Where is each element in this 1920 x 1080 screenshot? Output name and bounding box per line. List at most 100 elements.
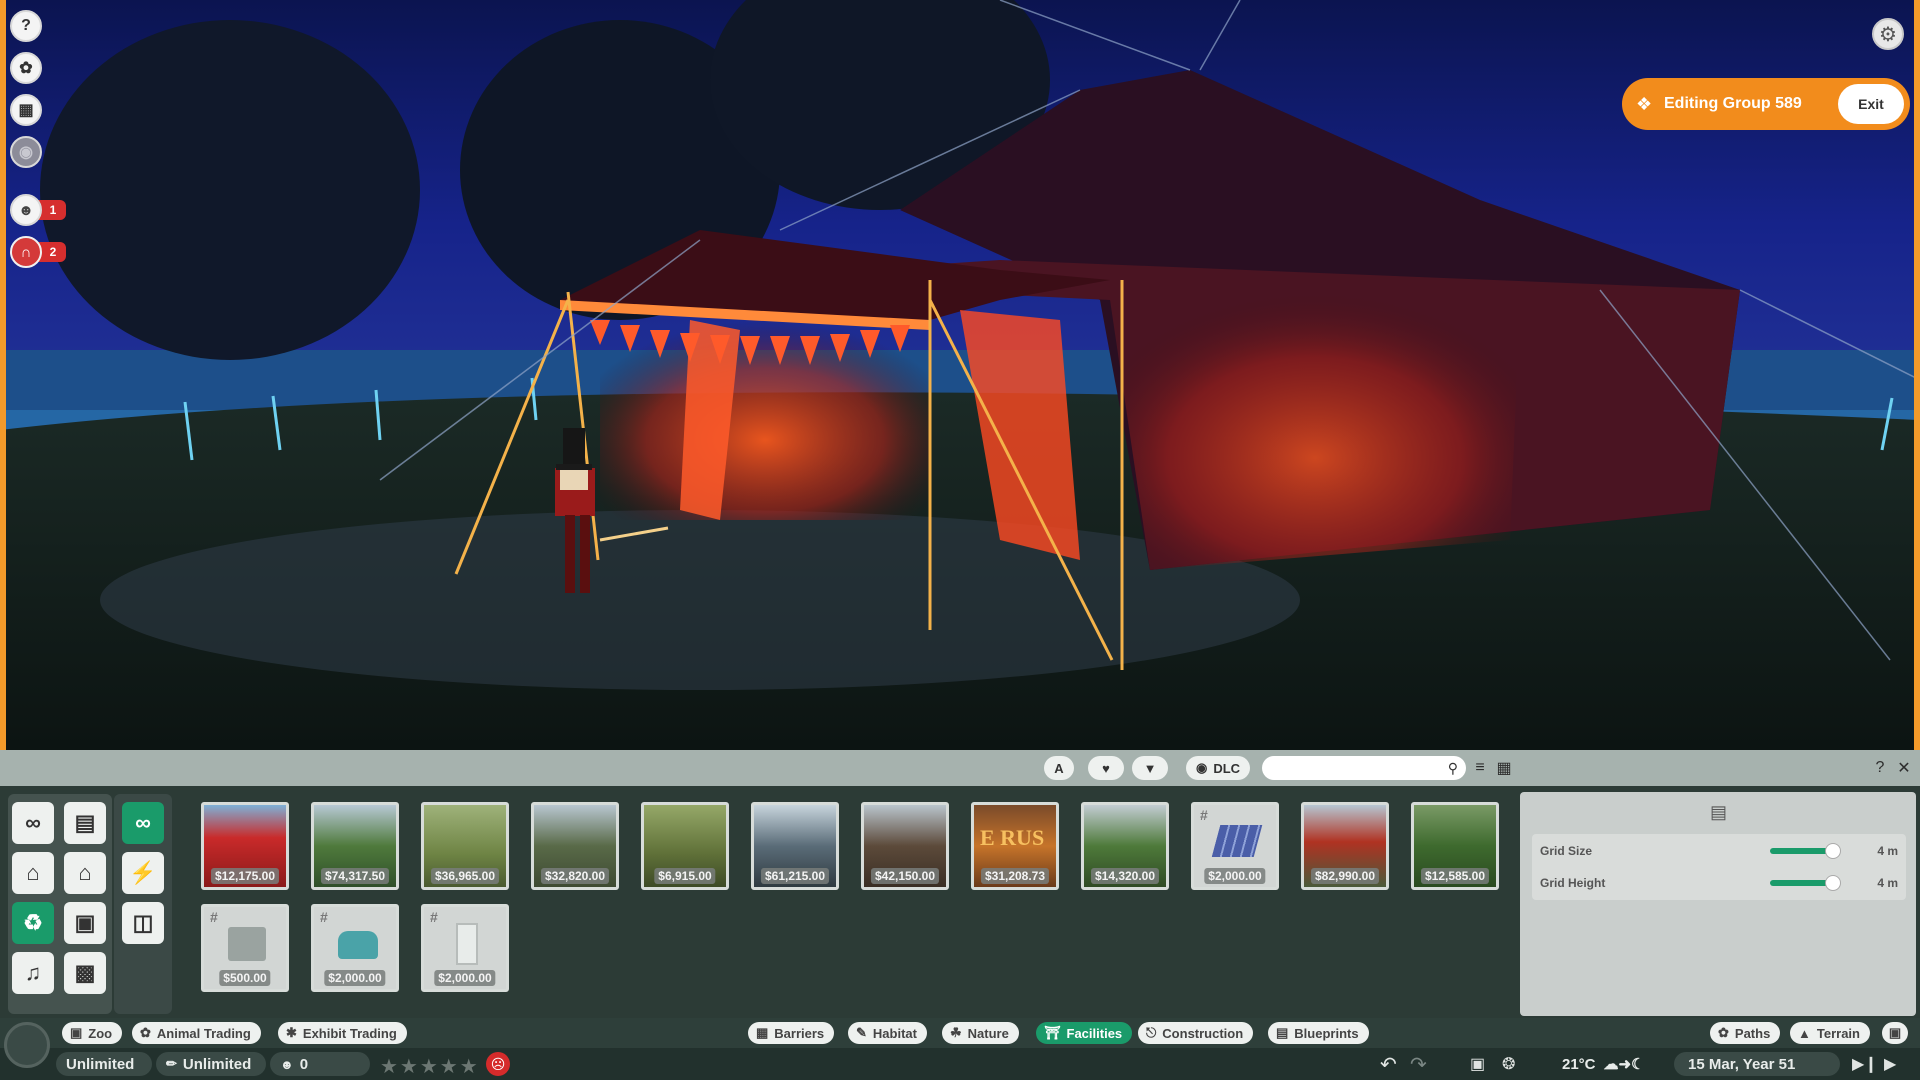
item-thumbnail[interactable]: # $500.00 [201,904,289,992]
item-thumbnail[interactable]: $12,585.00 [1411,802,1499,890]
infinity-icon[interactable]: ∞ [12,802,54,844]
unhappy-face-icon[interactable]: ☹ [486,1052,510,1076]
grid-size-slider[interactable] [1770,843,1841,859]
exit-button[interactable]: Exit [1838,84,1904,124]
item-price: $2,000.00 [324,970,386,986]
item-thumbnail[interactable]: $6,915.00 [641,802,729,890]
search-input[interactable]: ⚲ [1262,756,1466,780]
gear-icon[interactable]: ⚙ [1872,18,1904,50]
research-display[interactable]: ✏ Unlimited [156,1052,266,1076]
tab-blueprints[interactable]: ▤ Blueprints [1268,1022,1369,1044]
tab-barriers[interactable]: ▦ Barriers [748,1022,835,1044]
blueprint-hash-icon: # [430,909,438,925]
sort-icon[interactable]: ≡ [1470,758,1490,778]
tab-terrain[interactable]: ▲ Terrain [1790,1022,1870,1044]
slider-knob[interactable] [1824,875,1841,891]
all-infinity-icon[interactable]: ∞ [122,802,164,844]
compass-icon[interactable]: ❂ [1502,1054,1515,1074]
guests-display[interactable]: ☻ 0 [270,1052,370,1076]
item-thumbnail[interactable]: # $2,000.00 [311,904,399,992]
slider-knob[interactable] [1824,843,1841,859]
item-price: $12,585.00 [1420,868,1490,884]
tab-label: Zoo [88,1025,113,1041]
staff-counter[interactable]: ☻ 1 [10,194,66,226]
play-speed-icon[interactable]: ▶❙ [1852,1054,1878,1074]
filter-icon[interactable]: ▼ [1132,756,1168,780]
tab-paths[interactable]: ✿ Paths [1710,1022,1781,1044]
tab-nature[interactable]: ☘ Nature [942,1022,1019,1044]
item-thumbnail[interactable]: $42,150.00 [861,802,949,890]
help-icon[interactable]: ? [1870,758,1890,778]
grid-height-slider[interactable] [1770,875,1841,891]
camera-mode-button[interactable]: ▣ [1882,1022,1908,1044]
tab-label: Paths [1734,1025,1771,1041]
eye-slash-icon: ◉ [1195,760,1208,775]
item-price: $42,150.00 [870,868,940,884]
eye-icon[interactable]: ◉ [10,136,42,168]
camera-icon: ▣ [1888,1025,1902,1040]
item-thumb-text: E RUS [980,825,1045,850]
tab-facilities[interactable]: ⛩ Facilities [1036,1022,1133,1044]
shop-icon[interactable]: ⌂ [12,852,54,894]
close-icon[interactable]: ✕ [1894,758,1914,778]
item-thumbnail[interactable]: $32,820.00 [531,802,619,890]
item-thumbnail[interactable]: $74,317.50 [311,802,399,890]
grid-size-row: Grid Size 4 m [1532,836,1906,866]
grid-height-value: 4 m [1877,876,1898,890]
grid-view-icon[interactable]: ▦ [1494,758,1514,778]
building-icon: ⛩ [1044,1025,1061,1040]
alpha-sort-icon[interactable]: A [1044,756,1074,780]
tab-label: Construction [1162,1025,1244,1041]
item-thumbnail[interactable]: $36,965.00 [421,802,509,890]
transformer-icon [456,923,478,965]
help-icon[interactable]: ? [10,10,42,42]
staff-room-icon[interactable]: ⌂ [64,852,106,894]
tab-label: Exhibit Trading [302,1025,397,1041]
item-thumbnail[interactable]: $82,990.00 [1301,802,1389,890]
vehicle-icon[interactable]: ▩ [64,952,106,994]
weather-icon: ☁➜☾ [1603,1056,1645,1073]
paw-icon[interactable]: ✿ [10,52,42,84]
heart-icon[interactable]: ♥ [1088,756,1124,780]
item-thumbnail[interactable]: E RUS $31,208.73 [971,802,1059,890]
item-thumbnail[interactable]: # $2,000.00 [421,904,509,992]
power-icon[interactable]: ⚡ [122,852,164,894]
tab-exhibit-trading[interactable]: ✱ Exhibit Trading [278,1022,407,1044]
money-display[interactable]: Unlimited [56,1052,152,1076]
tab-zoo[interactable]: ▣ Zoo [62,1022,123,1044]
undo-icon[interactable]: ↶ [1380,1052,1397,1077]
dlc-label: DLC [1213,760,1241,776]
generator-icon [228,927,266,961]
item-price: $31,208.73 [980,868,1050,884]
water-tank-icon[interactable]: ◫ [122,902,164,944]
item-price: $32,820.00 [540,868,610,884]
tab-label: Nature [967,1025,1009,1041]
item-thumbnail[interactable]: $61,215.00 [751,802,839,890]
item-price: $74,317.50 [320,868,390,884]
item-thumbnail[interactable]: # $2,000.00 [1191,802,1279,890]
tab-animal-trading[interactable]: ✿ Animal Trading [132,1022,261,1044]
temperature-value: 21°C [1562,1055,1596,1073]
weather-display[interactable]: 21°C ☁➜☾ [1562,1052,1645,1076]
item-price: $12,175.00 [210,868,280,884]
camera-hub-button[interactable] [4,1022,50,1068]
recycle-icon[interactable]: ♻ [12,902,54,944]
tab-construction[interactable]: ⎋ Construction [1138,1022,1254,1044]
habitat-counter[interactable]: ∩ 2 [10,236,66,268]
item-thumbnail[interactable]: $12,175.00 [201,802,289,890]
blueprint-hash-icon: # [1200,807,1208,823]
tab-habitat[interactable]: ✎ Habitat [848,1022,927,1044]
redo-icon[interactable]: ↷ [1410,1052,1427,1077]
item-thumbnail[interactable]: $14,320.00 [1081,802,1169,890]
signboard-icon[interactable]: ▤ [64,802,106,844]
speaker-icon[interactable]: ♫ [12,952,54,994]
calendar-icon[interactable]: ▦ [10,94,42,126]
dlc-filter-button[interactable]: ◉ DLC [1186,756,1250,780]
date-display[interactable]: 15 Mar, Year 51 [1674,1052,1840,1076]
game-viewport[interactable]: ? ✿ ▦ ◉ ☻ 1 ∩ 2 ⚙ ❖ Editing Group 589 Ex… [0,0,1920,750]
zoo-rating-stars[interactable]: ★★★★★ [380,1054,480,1079]
chat-icon[interactable]: ▣ [1470,1054,1485,1074]
camera-icon[interactable]: ▣ [64,902,106,944]
play-icon[interactable]: ▶ [1884,1054,1896,1074]
tab-label: Habitat [872,1025,917,1041]
